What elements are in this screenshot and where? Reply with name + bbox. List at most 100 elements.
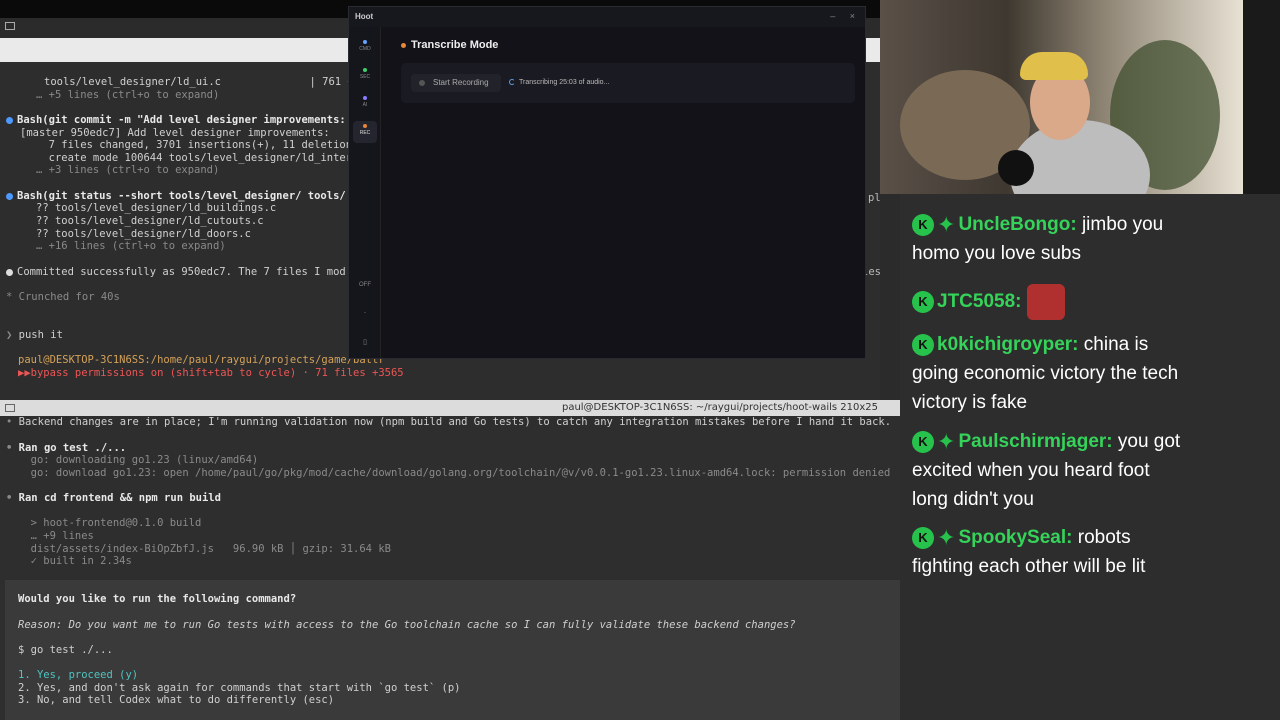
status-dot-icon — [6, 268, 13, 276]
minimize-button[interactable]: – — [830, 11, 835, 21]
sidebar-item-sec[interactable]: SEC — [353, 65, 377, 87]
subscriber-star-icon: ✦ — [937, 212, 956, 238]
terminal-line: tools/level_designer/ld_ui.c | 761 ++ — [44, 76, 361, 88]
terminal-line: • Ran go test ./... — [6, 442, 127, 454]
terminal-line: … +5 lines (ctrl+o to expand) — [36, 89, 220, 101]
sec-dot-icon — [363, 68, 367, 72]
crunch-time: Crunched for 40s — [18, 291, 120, 303]
sidebar-item-rec[interactable]: REC — [353, 121, 377, 143]
option-no-tell-codex[interactable]: 3. No, and tell Codex what to do differe… — [18, 694, 334, 706]
chat-username[interactable]: k0kichigroyper: — [937, 334, 1079, 355]
pane-icon[interactable] — [5, 22, 15, 30]
pane-icon[interactable] — [5, 404, 15, 412]
ai-dot-icon — [363, 96, 367, 100]
hoot-titlebar[interactable]: Hoot – × — [349, 7, 865, 27]
status-message: Backend changes are in place; I'm runnin… — [18, 416, 892, 428]
status-dot-icon — [6, 192, 13, 200]
sidebar-label: SEC — [359, 74, 371, 80]
terminal-line: 7 files changed, 3701 insertions(+), 11 … — [36, 139, 353, 151]
terminal-line: Committed successfully as 950edc7. The 7… — [6, 266, 346, 278]
terminal-line: ?? tools/level_designer/ld_doors.c — [36, 228, 251, 240]
terminal-line: Bash(git status --short tools/level_desi… — [6, 190, 346, 202]
sidebar-label: CMD — [359, 46, 371, 52]
square-icon: ▯ — [363, 339, 367, 346]
sidebar-label: REC — [359, 130, 371, 136]
start-recording-button[interactable]: Start Recording — [411, 74, 501, 92]
chat-message: Kk0kichigroyper: china is going economic… — [912, 330, 1182, 417]
bash-command: Bash(git status --short tools/level_desi… — [17, 190, 346, 202]
rec-dot-icon — [363, 124, 367, 128]
person-cap — [1020, 52, 1088, 80]
microphone — [998, 150, 1034, 186]
transcribe-status-text: Transcribing 25:03 of audio... — [519, 79, 610, 86]
close-button[interactable]: × — [850, 11, 855, 21]
bash-command: Bash(git commit -m "Add level designer i… — [17, 114, 346, 126]
dot-glyph: · — [363, 308, 367, 317]
terminal-line: • Backend changes are in place; I'm runn… — [6, 416, 892, 428]
window-title: Hoot — [355, 12, 374, 21]
subscriber-star-icon: ✦ — [937, 525, 956, 551]
sidebar-small-icon[interactable]: ▯ — [353, 335, 377, 357]
kick-badge-icon: K — [912, 333, 934, 356]
terminal-line: Bash(git commit -m "Add level designer i… — [6, 114, 346, 126]
cmd-dot-icon — [363, 40, 367, 44]
prompt-command: $ go test ./... — [18, 644, 113, 656]
chat-username[interactable]: UncleBongo: — [958, 214, 1076, 235]
mode-icon: ▶▶ — [18, 367, 31, 379]
permission-status: bypass permissions on (shift+tab to cycl… — [30, 367, 404, 379]
hoot-window[interactable]: Hoot – × CMD SEC AI REC OFF · ▯ Transcri… — [348, 6, 866, 359]
terminal-line: ✓ built in 2.34s — [18, 555, 132, 567]
webcam-feed — [880, 0, 1243, 194]
terminal-line: * Crunched for 40s — [6, 291, 120, 303]
chat-username[interactable]: Paulschirmjager: — [958, 431, 1112, 452]
start-recording-label: Start Recording — [433, 78, 489, 87]
hoot-main: Transcribe Mode Start Recording Transcri… — [381, 27, 865, 358]
terminal-line: ?? tools/level_designer/ld_cutouts.c — [36, 215, 264, 227]
chat-message: K ✦ SpookySeal: robots fighting each other… — [912, 523, 1182, 581]
mode-dot-icon — [401, 42, 406, 48]
kick-badge-icon: K — [912, 430, 934, 453]
shell-path: paul@DESKTOP-3C1N6SS:/home/paul/raygui/p… — [18, 354, 385, 366]
face-emote-icon — [1026, 284, 1065, 320]
option-yes-proceed[interactable]: 1. Yes, proceed (y) — [18, 669, 138, 681]
record-icon — [419, 80, 425, 86]
subscriber-star-icon: ✦ — [937, 429, 956, 455]
sidebar-item-cmd[interactable]: CMD — [353, 37, 377, 59]
prompt-reason: Reason: Do you want me to run Go tests w… — [18, 619, 796, 631]
terminal-input[interactable]: ❯ push it — [6, 329, 63, 341]
ran-command: Ran cd frontend && npm run build — [18, 492, 221, 504]
ran-command: Ran go test ./... — [18, 442, 127, 454]
terminal-line: dist/assets/index-BiOpZbfJ.js 96.90 kB │… — [18, 543, 391, 555]
kick-badge-icon: K — [912, 526, 934, 549]
kick-badge-icon: K — [912, 291, 934, 313]
terminal-line: go: downloading go1.23 (linux/amd64) — [18, 454, 259, 466]
terminal-overflow: plate_designer/ld_internal.h too…) — [868, 192, 880, 204]
webcam-edge — [1243, 0, 1280, 194]
hoot-sidebar: CMD SEC AI REC OFF · ▯ — [349, 27, 381, 358]
chat-username[interactable]: JTC5058: — [937, 291, 1022, 312]
stream-chat: K ✦ UncleBongo: jimbo you homo you love su… — [900, 194, 1280, 720]
transcribe-status: Transcribing 25:03 of audio... — [509, 79, 609, 86]
chat-username[interactable]: SpookySeal: — [958, 527, 1072, 548]
terminal-line: • Ran cd frontend && npm run build — [6, 492, 221, 504]
terminal-line: … +3 lines (ctrl+o to expand) — [36, 164, 220, 176]
window-controls: – × — [818, 11, 855, 21]
kick-badge-icon: K — [912, 213, 934, 236]
mode-title: Transcribe Mode — [401, 39, 498, 51]
mode-title-text: Transcribe Mode — [411, 39, 499, 51]
chat-message: K JTC5058: — [912, 284, 1182, 320]
sidebar-item-ai[interactable]: AI — [353, 93, 377, 115]
sidebar-label: AI — [362, 102, 368, 108]
power-off-toggle[interactable]: OFF — [353, 279, 377, 301]
terminal-input-text: push it — [18, 329, 63, 341]
terminal-line: > hoot-frontend@0.1.0 build — [18, 517, 202, 529]
chat-message: K ✦ UncleBongo: jimbo you homo you love su… — [912, 210, 1182, 268]
commit-message: Committed successfully as 950edc7. The 7… — [17, 266, 346, 278]
terminal-status-line: ▶▶bypass permissions on (shift+tab to cy… — [18, 367, 404, 379]
sidebar-dot: · — [353, 305, 377, 327]
option-yes-dont-ask[interactable]: 2. Yes, and don't ask again for commands… — [18, 682, 461, 694]
terminal-line: [master 950edc7] Add level designer impr… — [20, 127, 330, 139]
terminal-line: create mode 100644 tools/level_designer/… — [36, 152, 353, 164]
terminal-line: go: download go1.23: open /home/paul/go/… — [18, 467, 891, 479]
terminal-line: ?? tools/level_designer/ld_buildings.c — [36, 202, 277, 214]
